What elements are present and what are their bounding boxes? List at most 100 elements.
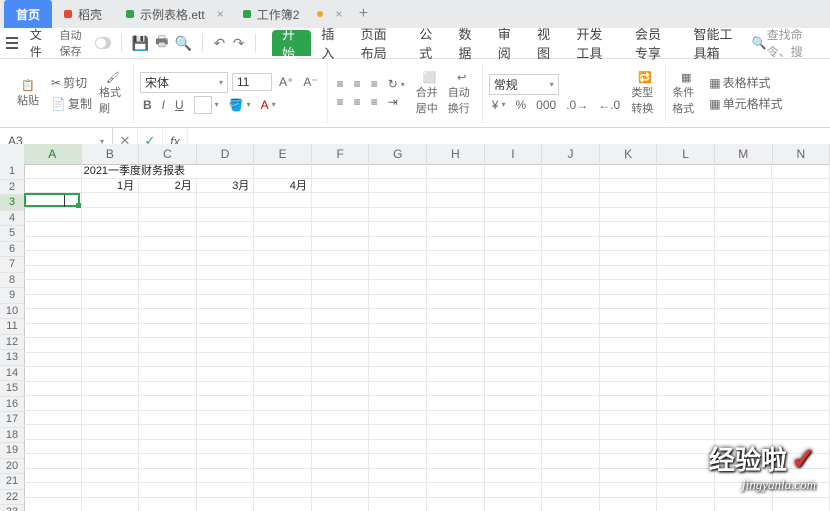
cell[interactable]	[197, 295, 255, 310]
cell[interactable]	[657, 498, 715, 511]
cell[interactable]	[657, 193, 715, 208]
cell[interactable]	[542, 454, 600, 469]
row-header[interactable]: 21	[0, 474, 24, 490]
cell[interactable]	[600, 498, 658, 511]
cell[interactable]	[82, 425, 140, 440]
fill-handle[interactable]	[76, 203, 81, 208]
row-header[interactable]: 22	[0, 490, 24, 506]
cell[interactable]	[312, 324, 370, 339]
cell[interactable]	[485, 280, 543, 295]
cell[interactable]	[485, 193, 543, 208]
rtab-insert[interactable]: 插入	[311, 28, 350, 58]
cell[interactable]	[139, 454, 197, 469]
cell[interactable]	[427, 440, 485, 455]
cell[interactable]	[139, 353, 197, 368]
cell[interactable]	[24, 498, 82, 511]
cell[interactable]	[197, 193, 255, 208]
cell[interactable]	[24, 483, 82, 498]
comma-button[interactable]: 000	[533, 97, 559, 113]
cell[interactable]	[600, 309, 658, 324]
cell[interactable]	[254, 324, 312, 339]
cell[interactable]	[600, 251, 658, 266]
copy-button[interactable]: 📄 复制	[48, 94, 95, 113]
row-header[interactable]: 15	[0, 381, 24, 397]
cell[interactable]	[312, 193, 370, 208]
cell[interactable]	[427, 222, 485, 237]
cell[interactable]	[139, 483, 197, 498]
cell[interactable]	[24, 367, 82, 382]
cell[interactable]	[427, 411, 485, 426]
cell[interactable]	[600, 396, 658, 411]
cell[interactable]	[773, 338, 830, 353]
rtab-formula[interactable]: 公式	[409, 28, 448, 58]
cell[interactable]	[139, 498, 197, 511]
cell[interactable]	[485, 353, 543, 368]
table-style[interactable]: ▦ 表格样式	[706, 73, 785, 92]
cell[interactable]	[600, 338, 658, 353]
cell[interactable]	[254, 367, 312, 382]
undo-icon[interactable]: ↶	[213, 34, 226, 52]
cell[interactable]	[485, 164, 543, 179]
cell[interactable]	[254, 483, 312, 498]
cell[interactable]	[485, 338, 543, 353]
cell[interactable]	[542, 208, 600, 223]
cell[interactable]	[542, 193, 600, 208]
cell[interactable]	[773, 208, 830, 223]
cell[interactable]	[24, 324, 82, 339]
cell[interactable]	[773, 498, 830, 511]
cell[interactable]	[542, 469, 600, 484]
col-header[interactable]: C	[139, 144, 197, 164]
cell[interactable]	[312, 353, 370, 368]
cell[interactable]	[427, 396, 485, 411]
cell[interactable]	[542, 251, 600, 266]
cell[interactable]	[427, 367, 485, 382]
cell[interactable]	[254, 295, 312, 310]
cell[interactable]	[369, 353, 427, 368]
cell[interactable]	[485, 222, 543, 237]
cell-style[interactable]: ▦ 单元格样式	[706, 94, 785, 113]
row-header[interactable]: 16	[0, 397, 24, 413]
cell[interactable]	[657, 309, 715, 324]
cell[interactable]: 4月	[254, 179, 312, 194]
cell[interactable]	[542, 411, 600, 426]
cell[interactable]	[139, 222, 197, 237]
cell[interactable]	[600, 222, 658, 237]
cell[interactable]	[139, 309, 197, 324]
cell[interactable]	[542, 309, 600, 324]
cell[interactable]	[369, 179, 427, 194]
cell[interactable]	[139, 382, 197, 397]
cell[interactable]	[139, 411, 197, 426]
cell[interactable]	[773, 222, 830, 237]
cell[interactable]	[369, 498, 427, 511]
cell[interactable]	[82, 483, 140, 498]
cell[interactable]	[369, 440, 427, 455]
cell[interactable]	[715, 324, 773, 339]
tab-close[interactable]: ×	[217, 0, 231, 28]
cell[interactable]	[312, 454, 370, 469]
tab-docer[interactable]: 稻壳	[52, 0, 114, 28]
cell[interactable]	[485, 483, 543, 498]
cell[interactable]	[197, 469, 255, 484]
rtab-review[interactable]: 审阅	[488, 28, 527, 58]
cell[interactable]	[24, 222, 82, 237]
cell[interactable]	[24, 454, 82, 469]
col-header[interactable]: J	[542, 144, 600, 164]
cell[interactable]	[312, 237, 370, 252]
merge-center[interactable]: ⬜合并居中	[416, 77, 444, 109]
cell[interactable]	[82, 324, 140, 339]
cell[interactable]	[773, 295, 830, 310]
cell[interactable]	[254, 338, 312, 353]
cell[interactable]	[312, 411, 370, 426]
cell[interactable]	[427, 498, 485, 511]
cell[interactable]	[427, 324, 485, 339]
cell[interactable]	[600, 469, 658, 484]
cell[interactable]	[369, 309, 427, 324]
cell[interactable]	[427, 469, 485, 484]
cell[interactable]	[312, 295, 370, 310]
cell[interactable]	[254, 469, 312, 484]
cell[interactable]	[197, 425, 255, 440]
cell[interactable]	[427, 382, 485, 397]
dec-decimal[interactable]: ←.0	[595, 97, 623, 113]
cell[interactable]	[24, 208, 82, 223]
cell[interactable]	[600, 425, 658, 440]
